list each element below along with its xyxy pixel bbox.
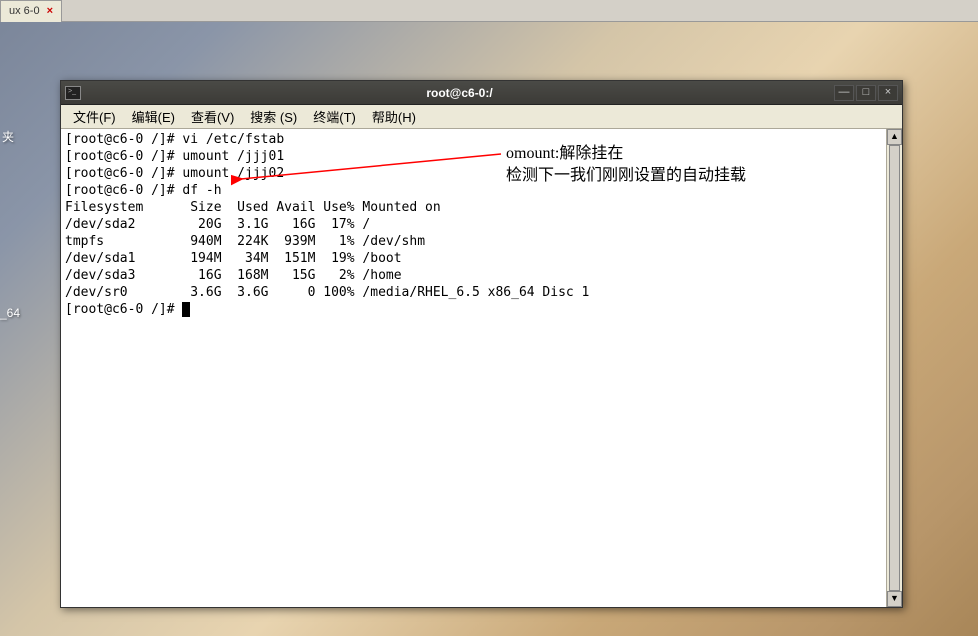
terminal-body[interactable]: [root@c6-0 /]# vi /etc/fstab [root@c6-0 … — [61, 129, 902, 607]
menu-search[interactable]: 搜索 (S) — [242, 104, 305, 129]
scroll-thumb[interactable] — [889, 145, 900, 591]
scroll-down-button[interactable]: ▼ — [887, 591, 902, 607]
terminal-icon — [65, 86, 81, 100]
terminal-prompt: [root@c6-0 /]# — [65, 302, 182, 317]
desktop-item-label: _64 — [0, 306, 20, 320]
tab-label: ux 6-0 — [9, 5, 40, 17]
cursor-icon — [182, 302, 190, 317]
menubar: 文件(F) 编辑(E) 查看(V) 搜索 (S) 终端(T) 帮助(H) — [61, 105, 902, 129]
terminal-line: /dev/sr0 3.6G 3.6G 0 100% /media/RHEL_6.… — [65, 285, 589, 300]
annotation-text: omount:解除挂在 检测下一我们刚刚设置的自动挂载 — [506, 143, 746, 187]
terminal-line: [root@c6-0 /]# umount /jjj02 — [65, 166, 284, 181]
terminal-line: /dev/sda1 194M 34M 151M 19% /boot — [65, 251, 402, 266]
minimize-button[interactable]: — — [834, 85, 854, 101]
terminal-line: tmpfs 940M 224K 939M 1% /dev/shm — [65, 234, 425, 249]
menu-edit[interactable]: 编辑(E) — [124, 104, 183, 129]
desktop-item-label: 夹 — [2, 128, 14, 145]
tab-close-icon[interactable]: × — [47, 5, 53, 17]
titlebar[interactable]: root@c6-0:/ — □ × — [61, 81, 902, 105]
terminal-window: root@c6-0:/ — □ × 文件(F) 编辑(E) 查看(V) 搜索 (… — [60, 80, 903, 608]
close-button[interactable]: × — [878, 85, 898, 101]
terminal-line: [root@c6-0 /]# vi /etc/fstab — [65, 132, 284, 147]
window-title: root@c6-0:/ — [85, 86, 834, 100]
terminal-line: Filesystem Size Used Avail Use% Mounted … — [65, 200, 441, 215]
terminal-line: /dev/sda3 16G 168M 15G 2% /home — [65, 268, 402, 283]
terminal-content[interactable]: [root@c6-0 /]# vi /etc/fstab [root@c6-0 … — [61, 129, 902, 320]
menu-view[interactable]: 查看(V) — [183, 104, 242, 129]
scroll-up-button[interactable]: ▲ — [887, 129, 902, 145]
vm-tab[interactable]: ux 6-0 × — [0, 0, 62, 22]
maximize-button[interactable]: □ — [856, 85, 876, 101]
terminal-line: [root@c6-0 /]# df -h — [65, 183, 222, 198]
tab-bar: ux 6-0 × — [0, 0, 978, 22]
annotation-line: 检测下一我们刚刚设置的自动挂载 — [506, 165, 746, 187]
menu-help[interactable]: 帮助(H) — [364, 104, 424, 129]
window-buttons: — □ × — [834, 85, 898, 101]
terminal-line: /dev/sda2 20G 3.1G 16G 17% / — [65, 217, 370, 232]
terminal-line: [root@c6-0 /]# umount /jjj01 — [65, 149, 284, 164]
vertical-scrollbar[interactable]: ▲ ▼ — [886, 129, 902, 607]
menu-file[interactable]: 文件(F) — [65, 104, 124, 129]
menu-terminal[interactable]: 终端(T) — [305, 104, 364, 129]
annotation-line: omount:解除挂在 — [506, 143, 746, 165]
